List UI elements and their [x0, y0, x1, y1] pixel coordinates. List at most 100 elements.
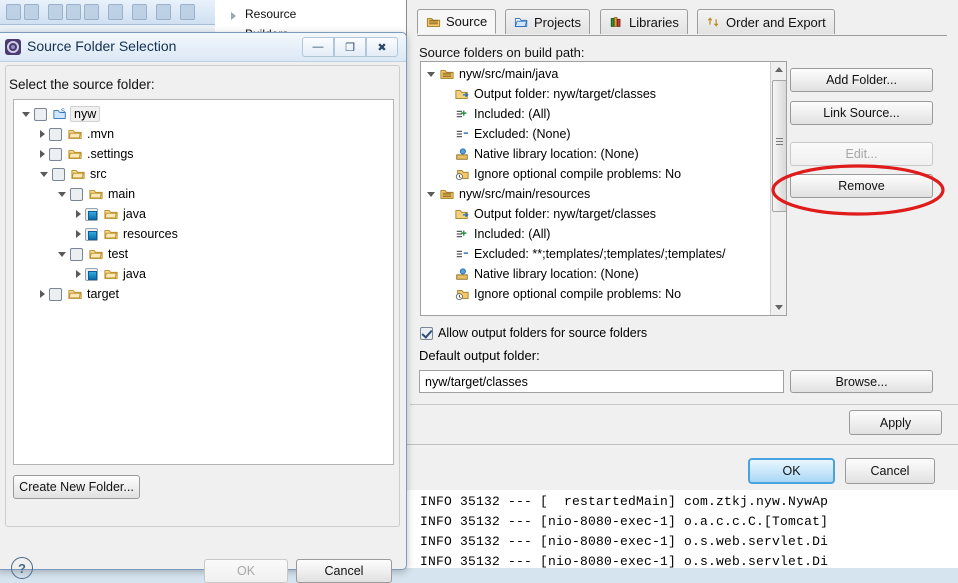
build-path-row[interactable]: Native library location: (None): [421, 144, 639, 164]
twisty-expanded-icon[interactable]: [58, 251, 66, 257]
folder-checkbox[interactable]: [34, 107, 47, 121]
folder-tree-row[interactable]: target: [40, 284, 119, 304]
build-path-row[interactable]: nyw/src/main/resources: [421, 184, 590, 204]
divider-1: [410, 404, 958, 405]
maximize-button[interactable]: ❐: [334, 37, 366, 57]
build-path-tree[interactable]: nyw/src/main/java Output folder: nyw/targ…: [420, 61, 787, 316]
twisty-expanded-icon[interactable]: [40, 171, 48, 177]
twisty-expanded-icon[interactable]: [58, 191, 66, 197]
tab-strip: Source Projects Libraries Order and Expo…: [417, 9, 947, 36]
folder-tree-row[interactable]: test: [58, 244, 128, 264]
caret-down-icon: [775, 305, 783, 310]
twisty-expanded-icon[interactable]: [427, 71, 435, 77]
twisty-expanded-icon[interactable]: [427, 191, 435, 197]
dialog-cancel-button[interactable]: Cancel: [296, 559, 392, 583]
tab-order-and-export[interactable]: Order and Export: [697, 9, 835, 34]
link-source-button[interactable]: Link Source...: [790, 101, 933, 125]
folder-tree-row-label: nyw: [70, 106, 101, 122]
toolbar-icon-7[interactable]: [132, 4, 147, 20]
folder-checkbox[interactable]: [85, 207, 98, 221]
folder-tree-row[interactable]: main: [58, 184, 135, 204]
remove-button[interactable]: Remove: [790, 174, 933, 198]
folder-checkbox[interactable]: [52, 167, 65, 181]
toolbar-icon-2[interactable]: [24, 4, 39, 20]
build-path-row[interactable]: Excluded: (None): [421, 124, 571, 144]
build-path-row[interactable]: Output folder: nyw/target/classes: [421, 204, 656, 224]
properties-ok-button[interactable]: OK: [748, 458, 835, 484]
twisty-expanded-icon[interactable]: [22, 111, 30, 117]
properties-cancel-button[interactable]: Cancel: [845, 458, 935, 484]
folder-tree-row[interactable]: .mvn: [40, 124, 114, 144]
twisty-collapsed-icon[interactable]: [40, 150, 45, 158]
build-path-row[interactable]: Included: (All): [421, 104, 550, 124]
console-line: 1 INFO 35132 --- [nio-8080-exec-1] o.s.w…: [404, 554, 829, 568]
help-icon[interactable]: ?: [11, 557, 33, 579]
output-folder-icon: [455, 90, 469, 99]
toolbar-icon-3[interactable]: [48, 4, 63, 20]
build-path-row[interactable]: Included: (All): [421, 224, 550, 244]
tab-libraries[interactable]: Libraries: [600, 9, 688, 34]
toolbar-icon-5[interactable]: [84, 4, 99, 20]
order-arrows-icon: [707, 17, 719, 27]
toolbar-icon-4[interactable]: [66, 4, 81, 20]
console-view[interactable]: 3 INFO 35132 --- [ restartedMain] com.zt…: [404, 490, 958, 568]
chevron-right-icon[interactable]: [231, 12, 236, 20]
close-button[interactable]: ✖: [366, 37, 398, 57]
default-output-folder-input[interactable]: nyw/target/classes: [419, 370, 784, 393]
folder-tree-row[interactable]: java: [76, 264, 146, 284]
build-path-row[interactable]: Excluded: **;templates/;templates/;templ…: [421, 244, 726, 264]
folder-tree[interactable]: Snyw .mvn .settings src main java resources tes…: [13, 99, 394, 465]
twisty-collapsed-icon[interactable]: [76, 210, 81, 218]
build-path-row[interactable]: Ignore optional compile problems: No: [421, 284, 681, 304]
tab-source[interactable]: Source: [417, 9, 497, 34]
build-path-scrollbar[interactable]: [770, 62, 786, 315]
folder-checkbox[interactable]: [49, 147, 62, 161]
folder-checkbox[interactable]: [49, 127, 62, 141]
create-new-folder-button[interactable]: Create New Folder...: [13, 475, 140, 499]
scrollbar-thumb[interactable]: [772, 80, 786, 212]
folder-tree-row-label: test: [108, 247, 129, 261]
browse-button[interactable]: Browse...: [790, 370, 933, 393]
toolbar-icon-8[interactable]: [156, 4, 171, 20]
allow-output-folders-checkbox[interactable]: Allow output folders for source folders: [420, 326, 647, 340]
folder-tree-row[interactable]: .settings: [40, 144, 134, 164]
toolbar-icon-9[interactable]: [180, 4, 195, 20]
scroll-up-button[interactable]: [771, 62, 786, 77]
tab-projects[interactable]: Projects: [505, 9, 590, 34]
folder-checkbox[interactable]: [49, 287, 62, 301]
books-icon: [610, 17, 621, 27]
folder-tree-row[interactable]: src: [40, 164, 107, 184]
checkbox-icon[interactable]: [420, 326, 433, 340]
scroll-down-button[interactable]: [771, 300, 786, 315]
folder-checkbox[interactable]: [85, 227, 98, 241]
twisty-collapsed-icon[interactable]: [76, 270, 81, 278]
folder-checkbox[interactable]: [70, 247, 83, 261]
folder-checkbox[interactable]: [70, 187, 83, 201]
twisty-collapsed-icon[interactable]: [76, 230, 81, 238]
folder-tree-row[interactable]: Snyw: [22, 104, 101, 124]
folder-tree-row-label: target: [87, 287, 119, 301]
build-path-row[interactable]: Output folder: nyw/target/classes: [421, 84, 656, 104]
build-path-row[interactable]: nyw/src/main/java: [421, 64, 558, 84]
build-path-row[interactable]: Ignore optional compile problems: No: [421, 164, 681, 184]
dialog-title-bar[interactable]: Source Folder Selection — ❐ ✖: [0, 33, 406, 62]
twisty-collapsed-icon[interactable]: [40, 130, 45, 138]
category-item-resource[interactable]: Resource: [245, 7, 296, 21]
folder-tree-row[interactable]: java: [76, 204, 146, 224]
twisty-collapsed-icon[interactable]: [40, 290, 45, 298]
tab-order-label: Order and Export: [726, 14, 826, 30]
folder-checkbox[interactable]: [85, 267, 98, 281]
toolbar-icon-1[interactable]: [6, 4, 21, 20]
divider-2: [406, 444, 958, 445]
folder-tree-row[interactable]: resources: [76, 224, 178, 244]
excluded-icon: [456, 250, 469, 258]
minimize-button[interactable]: —: [302, 37, 334, 57]
add-folder-button[interactable]: Add Folder...: [790, 68, 933, 92]
apply-button[interactable]: Apply: [849, 410, 942, 435]
console-line: 3 INFO 35132 --- [nio-8080-exec-1] o.a.c…: [404, 514, 829, 529]
java-project-icon: S: [53, 108, 66, 119]
build-path-row-label: Excluded: **;templates/;templates/;templ…: [474, 247, 726, 261]
console-line: 3 INFO 35132 --- [nio-8080-exec-1] o.s.w…: [404, 534, 829, 549]
build-path-row[interactable]: Native library location: (None): [421, 264, 639, 284]
toolbar-icon-6[interactable]: [108, 4, 123, 20]
